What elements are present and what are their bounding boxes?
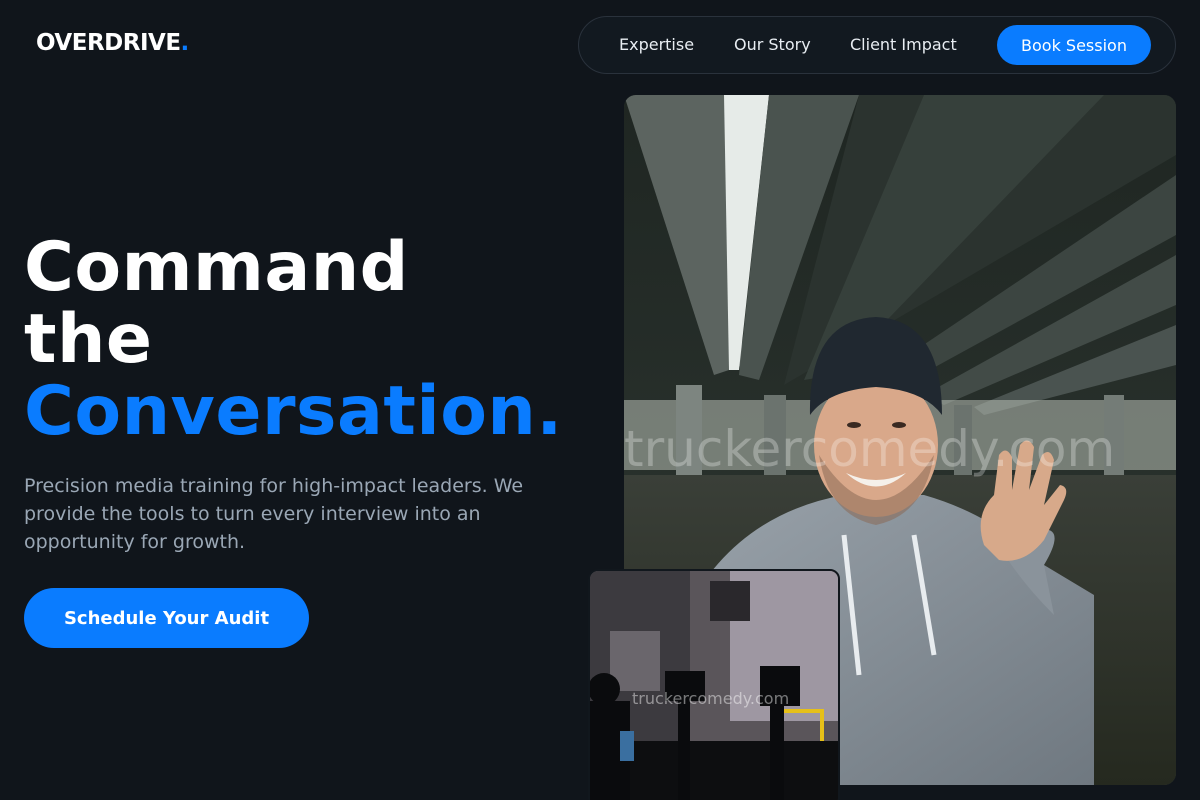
headline-line-1: Command — [24, 228, 409, 307]
nav-link-our-story[interactable]: Our Story — [734, 35, 811, 54]
headline-accent: Conversation. — [24, 372, 563, 451]
brand-dot: . — [180, 30, 190, 56]
hero-headline: Command the Conversation. — [24, 232, 563, 448]
hero-subtext: Precision media training for high-impact… — [24, 475, 524, 553]
main-nav: Expertise Our Story Client Impact Book S… — [578, 16, 1176, 74]
brand-logo[interactable]: OVERDRIVE. — [36, 30, 189, 56]
brand-name: OVERDRIVE — [36, 30, 181, 56]
nav-link-client-impact[interactable]: Client Impact — [850, 35, 957, 54]
secondary-photo-watermark: truckercomedy.com — [632, 689, 790, 708]
schedule-audit-button[interactable]: Schedule Your Audit — [24, 588, 309, 648]
book-session-button[interactable]: Book Session — [997, 25, 1151, 65]
headline-line-2: the — [24, 300, 153, 379]
main-photo-watermark: truckercomedy.com — [624, 420, 1116, 478]
nav-link-expertise[interactable]: Expertise — [619, 35, 694, 54]
secondary-photo: truckercomedy.com — [588, 569, 840, 800]
